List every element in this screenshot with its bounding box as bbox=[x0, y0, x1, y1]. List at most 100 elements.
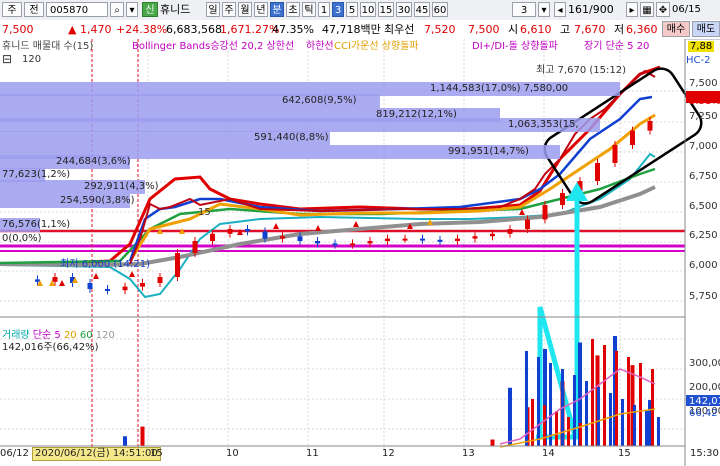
volume-value: 142,016주(66,42%) bbox=[2, 342, 99, 353]
volume-bar bbox=[603, 345, 606, 446]
sell-button[interactable]: 매도 bbox=[692, 21, 720, 37]
count-input[interactable]: 3 bbox=[512, 2, 536, 17]
mid-label: 15 bbox=[198, 207, 211, 218]
legend-ma[interactable]: 장기 단순 5 20 bbox=[584, 41, 649, 53]
period-button-10[interactable]: 10 bbox=[360, 2, 376, 17]
period-select[interactable]: 전 bbox=[24, 2, 44, 17]
paging-indicator: 161/900 bbox=[568, 3, 614, 16]
volume-rate: 1,671.27% bbox=[220, 23, 280, 36]
volume-bar bbox=[609, 393, 612, 446]
chart-toolbar: 주 전 005870 ⌕ ▾ 신 휴니드 일 주 월 년 분 초 틱 1 3 5 10 15 30 45 6… bbox=[0, 0, 720, 21]
right-note: HC-2 bbox=[686, 55, 711, 66]
period-button-일[interactable]: 일 bbox=[206, 2, 220, 17]
low-label: 저 bbox=[614, 23, 625, 36]
current-price: 7,500 bbox=[2, 23, 34, 36]
high-price: 7,670 bbox=[574, 23, 606, 36]
volume-bar bbox=[531, 399, 534, 446]
volume-bar bbox=[645, 411, 648, 446]
prev-page-icon[interactable]: ◂ bbox=[554, 2, 566, 17]
x-axis-tick: 13 bbox=[462, 448, 475, 459]
x-axis-tick: 11 bbox=[306, 448, 319, 459]
best-bid: 7,520 bbox=[424, 23, 456, 36]
credit-badge: 신 bbox=[142, 2, 158, 17]
volume-profile-label: 991,951(14,7%) bbox=[448, 146, 529, 157]
price-axis-label: 7,000 bbox=[689, 141, 718, 152]
volume-bar bbox=[621, 399, 624, 446]
period-button-60[interactable]: 60 bbox=[432, 2, 448, 17]
turnover-ratio: 47.35% bbox=[272, 23, 314, 36]
settings-icon[interactable]: ✥ bbox=[656, 2, 670, 17]
volume-ma20-label: 20 bbox=[63, 330, 77, 341]
price-axis-label: 7,500 bbox=[689, 78, 718, 89]
chart-type-select[interactable]: 주 bbox=[2, 2, 22, 17]
volume-profile-label: 76,576(1,1%) bbox=[2, 219, 71, 230]
change-arrow-icon: ▲ bbox=[68, 23, 77, 36]
legend-dmi[interactable]: DI+/DI-돌 상향돌파 bbox=[472, 41, 558, 53]
stock-code-input[interactable]: 005870 bbox=[46, 2, 108, 17]
period-button-틱[interactable]: 틱 bbox=[302, 2, 316, 17]
x-axis-tick: 15 bbox=[618, 448, 631, 459]
period-button-주[interactable]: 주 bbox=[222, 2, 236, 17]
volume-bar bbox=[140, 426, 145, 446]
volume-ma60-label: 60 bbox=[79, 330, 93, 341]
period-button-45[interactable]: 45 bbox=[414, 2, 430, 17]
volume-bar bbox=[123, 436, 127, 446]
low-price: 6,360 bbox=[626, 23, 658, 36]
open-price: 6,610 bbox=[520, 23, 552, 36]
quote-bar: 7,500 ▲ 1,470 +24.38% 6,683,568 1,671.27… bbox=[0, 20, 720, 40]
period-button-년[interactable]: 년 bbox=[254, 2, 268, 17]
x-axis-tick: 14 bbox=[542, 448, 555, 459]
volume-bar bbox=[525, 351, 528, 446]
volume-profile-label: 254,590(3,8%) bbox=[60, 195, 135, 206]
volume-bar bbox=[490, 439, 495, 446]
page-number: 120 bbox=[22, 54, 42, 65]
change-rate: +24.38% bbox=[116, 23, 168, 36]
volume-profile-label: 1,144,583(17,0%) 7,580,00 bbox=[430, 83, 569, 94]
right-price-tag: 7,88 bbox=[688, 41, 715, 52]
chevron-down-icon[interactable]: ▾ bbox=[538, 2, 550, 17]
volume-ma5-label: 단순 5 bbox=[32, 330, 61, 341]
volume-axis-300: 300,00 bbox=[689, 358, 720, 369]
period-button-3[interactable]: 3 bbox=[332, 2, 344, 17]
period-button-분[interactable]: 분 bbox=[270, 2, 284, 17]
volume-profile-label: 1,063,353(15, bbox=[508, 119, 579, 130]
volume-bar bbox=[597, 387, 600, 446]
high-marker: 최고 7,670 (15:12) bbox=[536, 65, 627, 76]
volume-bar bbox=[537, 357, 540, 446]
volume-ma120-label: 120 bbox=[95, 330, 115, 341]
volume-bars bbox=[123, 336, 660, 446]
volume-bar bbox=[651, 369, 654, 446]
open-label: 시 bbox=[508, 23, 519, 36]
volume-axis-200: 200,00 bbox=[689, 382, 720, 393]
period-button-15[interactable]: 15 bbox=[378, 2, 394, 17]
best-ask: 7,500 bbox=[468, 23, 500, 36]
search-icon[interactable]: ⌕ bbox=[110, 2, 124, 17]
trade-amount: 47,718백만 bbox=[322, 23, 381, 36]
buy-button[interactable]: 매수 bbox=[662, 21, 690, 37]
chevron-down-icon[interactable]: ▾ bbox=[126, 2, 138, 17]
volume-value: 6,683,568 bbox=[166, 23, 222, 36]
stock-name: 휴니드 bbox=[160, 3, 191, 16]
volume-bar bbox=[585, 381, 588, 446]
best-label: 최우선 bbox=[384, 23, 415, 36]
volume-bar bbox=[543, 405, 546, 446]
legend-cci[interactable]: CCI가운선 상향돌파 bbox=[334, 41, 419, 53]
volume-profile-label: 0(0,0%) bbox=[2, 233, 42, 244]
volume-bar bbox=[657, 417, 660, 446]
volume-profile-label: 591,440(8,8%) bbox=[254, 132, 329, 143]
price-axis-label: 7,250 bbox=[689, 111, 718, 122]
period-button-30[interactable]: 30 bbox=[396, 2, 412, 17]
period-button-월[interactable]: 월 bbox=[238, 2, 252, 17]
volume-panel-label: 거래량 단순 5 20 60 120 bbox=[2, 330, 115, 341]
period-button-1[interactable]: 1 bbox=[318, 2, 330, 17]
period-button-5[interactable]: 5 bbox=[346, 2, 358, 17]
legend-bb-lower[interactable]: 하한선 bbox=[306, 41, 334, 53]
next-page-icon[interactable]: ▸ bbox=[626, 2, 638, 17]
volume-bar bbox=[615, 351, 618, 446]
grid-icon[interactable]: ▦ bbox=[640, 2, 654, 17]
volume-bar bbox=[627, 357, 630, 446]
legend-bollinger[interactable]: Bollinger Bands승강선 20,2 상한선 bbox=[132, 41, 294, 53]
stock-label: 휴니드 매물대 수(15) bbox=[2, 41, 94, 52]
window-icon[interactable]: ⊟ bbox=[2, 53, 12, 65]
period-button-초[interactable]: 초 bbox=[286, 2, 300, 17]
